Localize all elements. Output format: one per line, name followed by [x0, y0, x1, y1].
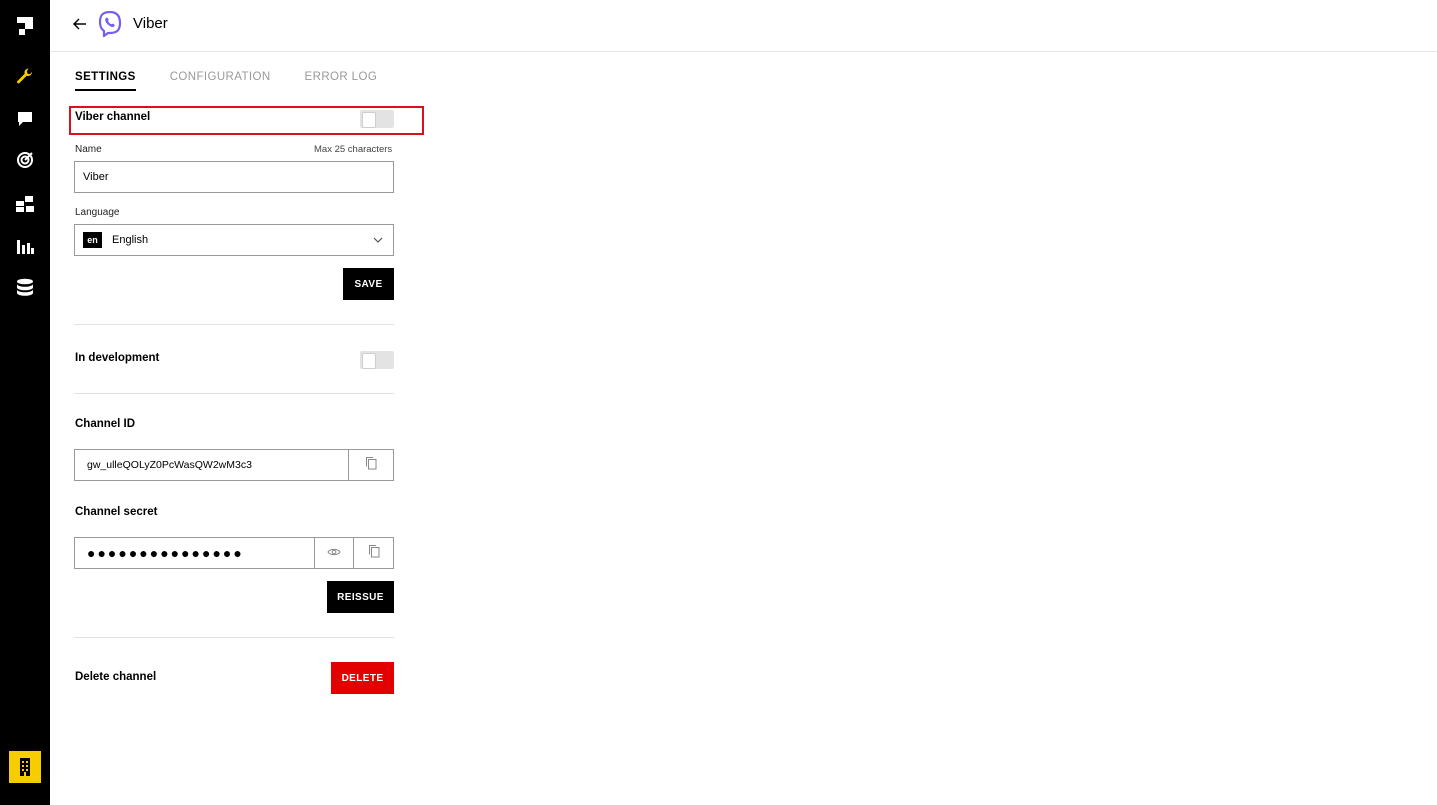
in-development-toggle[interactable] — [360, 351, 394, 369]
channel-id-label: Channel ID — [75, 418, 136, 430]
name-label: Name — [75, 144, 102, 155]
tab-bar: SETTINGS CONFIGURATION ERROR LOG — [75, 71, 411, 91]
blocks-icon[interactable] — [13, 192, 37, 216]
copy-icon — [368, 544, 380, 563]
wrench-icon[interactable] — [13, 64, 37, 88]
viber-logo-icon — [98, 10, 122, 39]
chevron-down-icon — [373, 235, 383, 247]
divider — [74, 637, 394, 638]
building-icon[interactable] — [9, 751, 41, 783]
save-button[interactable]: SAVE — [343, 268, 394, 300]
copy-secret-button[interactable] — [353, 537, 394, 569]
channel-secret-value: ●●●●●●●●●●●●●●● — [87, 545, 244, 561]
channel-id-input[interactable]: gw_ulleQOLyZ0PcWasQW2wM3c3 — [74, 449, 349, 481]
logo-icon[interactable] — [13, 14, 37, 38]
language-value: English — [112, 234, 149, 246]
show-secret-button[interactable] — [314, 537, 354, 569]
copy-icon — [365, 456, 377, 475]
viber-channel-toggle[interactable] — [360, 110, 394, 128]
divider — [74, 324, 394, 325]
delete-button[interactable]: DELETE — [331, 662, 394, 694]
bar-chart-icon[interactable] — [13, 234, 37, 258]
language-select[interactable]: en English — [74, 224, 394, 256]
name-hint: Max 25 characters — [314, 144, 393, 155]
tab-settings[interactable]: SETTINGS — [75, 71, 136, 91]
language-code-badge: en — [83, 232, 102, 248]
name-input[interactable]: Viber — [74, 161, 394, 193]
channel-secret-input[interactable]: ●●●●●●●●●●●●●●● — [74, 537, 315, 569]
delete-channel-label: Delete channel — [75, 671, 157, 683]
channel-secret-label: Channel secret — [75, 506, 158, 518]
tab-configuration[interactable]: CONFIGURATION — [170, 71, 271, 91]
tab-error-log[interactable]: ERROR LOG — [305, 71, 378, 91]
back-arrow-icon[interactable] — [70, 14, 90, 34]
eye-icon — [327, 544, 341, 562]
target-icon[interactable] — [13, 148, 37, 172]
viber-channel-label: Viber channel — [75, 111, 151, 123]
language-label: Language — [75, 207, 120, 218]
page-title: Viber — [133, 15, 168, 32]
top-bar: Viber — [50, 0, 1437, 52]
database-icon[interactable] — [13, 276, 37, 300]
copy-channel-id-button[interactable] — [348, 449, 394, 481]
sidebar — [0, 0, 50, 805]
in-development-label: In development — [75, 352, 160, 364]
divider — [74, 393, 394, 394]
chat-icon[interactable] — [13, 107, 37, 131]
reissue-button[interactable]: REISSUE — [327, 581, 394, 613]
